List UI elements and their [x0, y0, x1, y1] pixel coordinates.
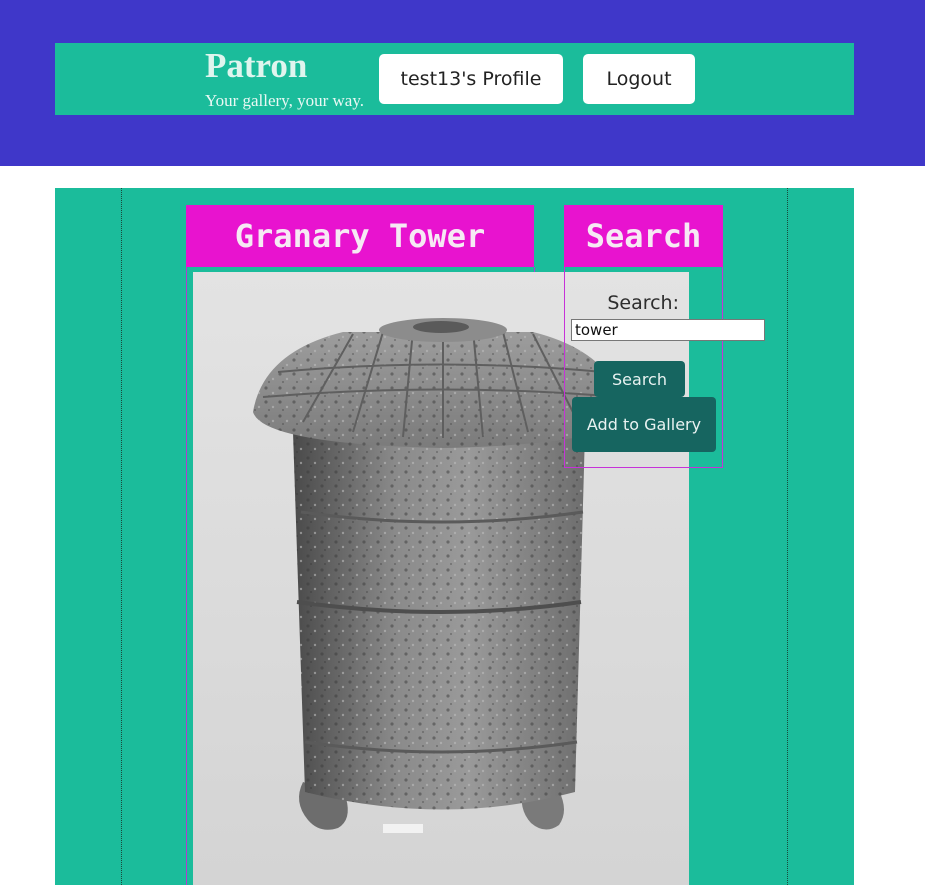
profile-button[interactable]: test13's Profile [379, 54, 563, 104]
site-tagline: Your gallery, your way. [205, 91, 364, 110]
search-input[interactable] [571, 319, 765, 341]
site-title[interactable]: Patron [205, 44, 307, 88]
column-guide-left [121, 188, 122, 885]
search-heading: Search [564, 205, 723, 267]
search-button[interactable]: Search [594, 361, 685, 397]
column-guide-right [787, 188, 788, 885]
search-label: Search: [607, 292, 679, 314]
artwork-title: Granary Tower [186, 205, 534, 267]
logout-button[interactable]: Logout [583, 54, 695, 104]
add-to-gallery-button[interactable]: Add to Gallery [572, 397, 716, 452]
